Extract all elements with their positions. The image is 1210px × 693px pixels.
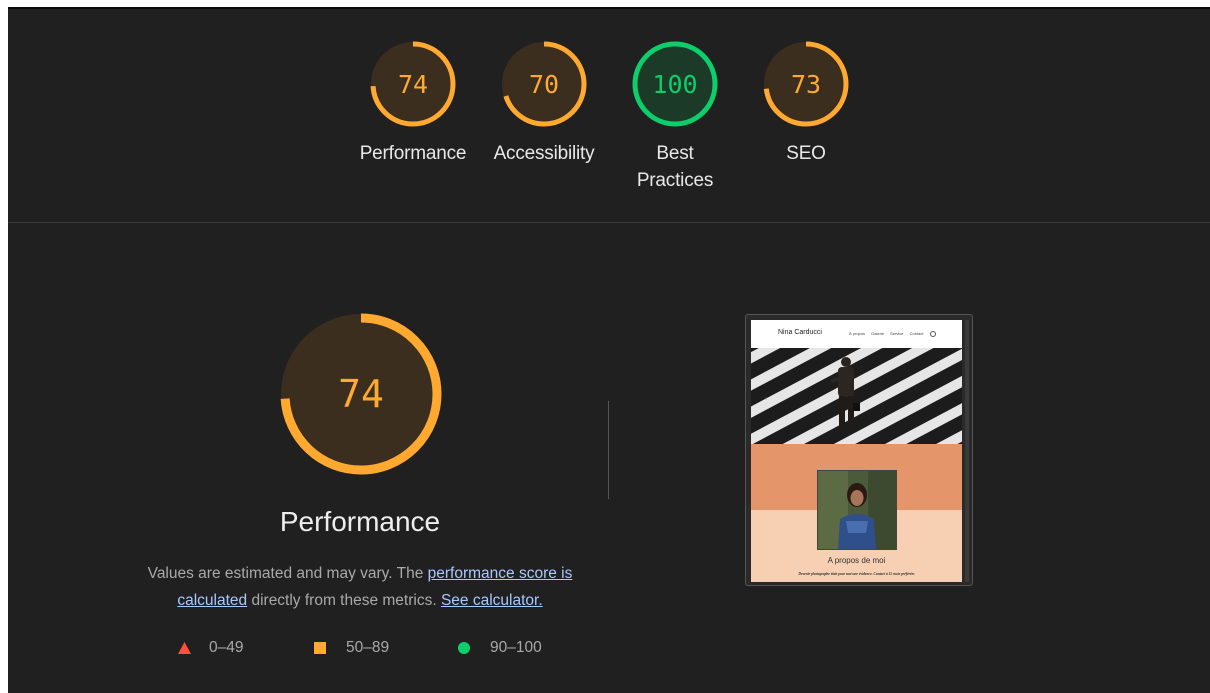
hero-image: ‹ xyxy=(751,348,962,444)
legend-range: 50–89 xyxy=(346,639,390,656)
site-nav-item: À propos xyxy=(849,331,866,337)
gauge-score: 73 xyxy=(791,70,821,99)
desc-text: directly from these metrics. xyxy=(247,592,441,609)
final-screenshot: Nina Carducci À propos Galerie Service C… xyxy=(751,320,962,582)
gauge-score: 70 xyxy=(529,70,559,99)
site-nav-item: Service xyxy=(890,331,904,337)
instagram-icon xyxy=(929,331,936,337)
about-title: A propos de moi xyxy=(827,556,886,565)
portrait-image xyxy=(818,471,896,549)
legend-range: 90–100 xyxy=(490,639,542,656)
gauge-ring: 70 xyxy=(501,41,587,127)
square-icon xyxy=(314,642,326,654)
site-nav-item: Contact xyxy=(909,331,924,337)
performance-gauge-large: 74 xyxy=(276,309,446,479)
performance-description: Values are estimated and may vary. The p… xyxy=(128,560,592,614)
performance-title: Performance xyxy=(279,506,441,537)
site-nav: À propos Galerie Service Contact xyxy=(849,331,941,337)
site-nav-item: Galerie xyxy=(871,331,885,337)
score-legend: 0–49 50–89 90–100 xyxy=(8,637,1210,659)
desc-text: Values are estimated and may vary. The xyxy=(147,565,428,582)
about-text: Devenir photographe était pour moi une é… xyxy=(798,572,915,576)
screenshot-scrollbar xyxy=(965,320,969,582)
gauge-label: SEO xyxy=(786,143,826,164)
hero-photo: ‹ xyxy=(751,348,962,444)
page-screenshot-thumbnail[interactable]: Nina Carducci À propos Galerie Service C… xyxy=(745,314,973,586)
gauge-label: Accessibility xyxy=(493,143,595,164)
performance-score: 74 xyxy=(338,372,384,416)
gauge-label: Best Practices xyxy=(636,143,714,191)
portrait-photo xyxy=(817,470,897,550)
gauge-score: 74 xyxy=(398,70,428,99)
gauge-accessibility[interactable]: 70 Accessibility xyxy=(479,38,609,198)
gauge-seo[interactable]: 73 SEO xyxy=(741,38,871,198)
site-header: Nina Carducci À propos Galerie Service C… xyxy=(751,320,962,348)
gauge-performance[interactable]: 74 Performance xyxy=(348,38,478,198)
gauge-score: 100 xyxy=(652,70,697,99)
triangle-icon xyxy=(178,642,191,654)
site-name: Nina Carducci xyxy=(778,329,822,336)
circle-icon xyxy=(458,642,470,654)
gauge-ring: 74 xyxy=(370,41,456,127)
gauge-label: Performance xyxy=(359,143,467,164)
score-gauges-header: 74 Performance 70 Accessibility 100 Best… xyxy=(8,9,1210,223)
lighthouse-report: 74 Performance 70 Accessibility 100 Best… xyxy=(8,7,1210,693)
section-divider xyxy=(608,401,609,499)
see-calculator-link[interactable]: See calculator. xyxy=(441,592,543,609)
gauge-ring: 73 xyxy=(763,41,849,127)
svg-text:‹: ‹ xyxy=(765,396,767,402)
gauge-ring: 100 xyxy=(632,41,718,127)
gauge-best-practices[interactable]: 100 Best Practices xyxy=(610,38,740,198)
legend-range: 0–49 xyxy=(209,639,244,656)
gauge-ring: 74 xyxy=(280,313,442,475)
